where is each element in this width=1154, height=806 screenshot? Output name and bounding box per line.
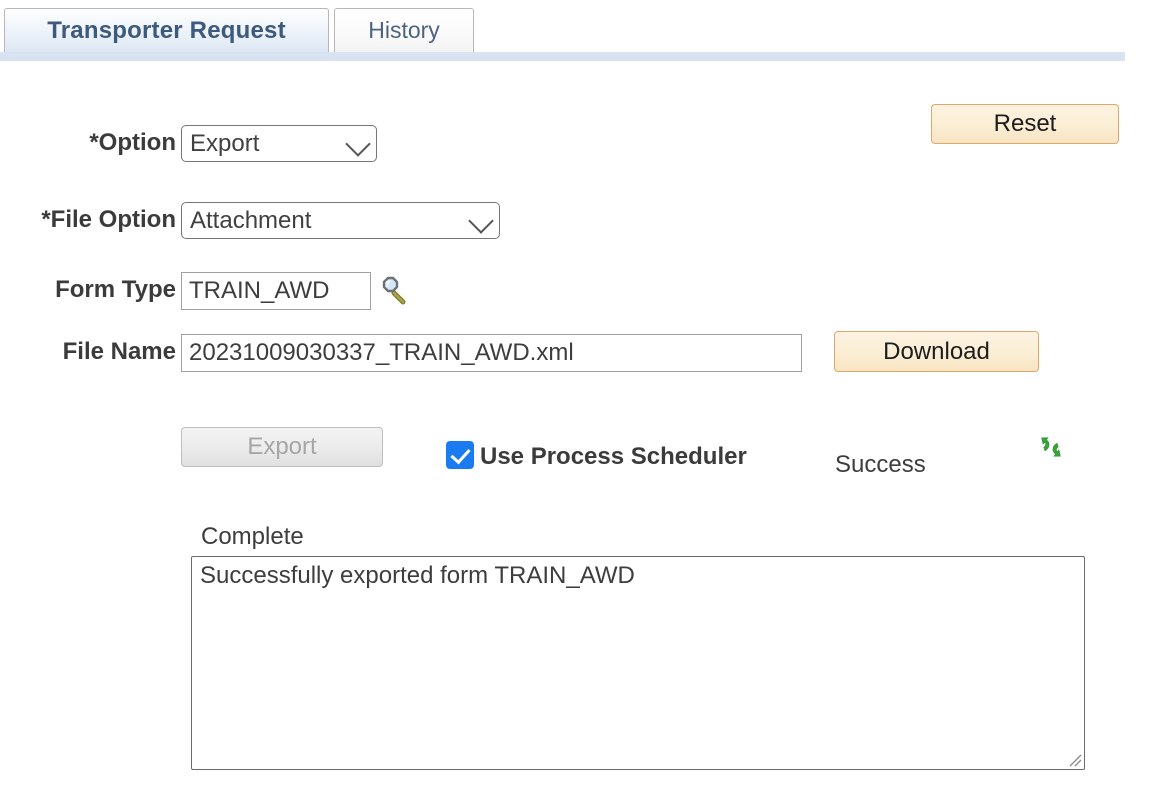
log-message-text: Successfully exported form TRAIN_AWD [200, 562, 635, 589]
resize-grip-icon[interactable] [1066, 751, 1082, 767]
option-select[interactable]: Export [181, 125, 377, 162]
magnifier-lookup-icon[interactable] [377, 276, 407, 306]
file-option-select-value: Attachment [190, 206, 312, 234]
log-message-textarea[interactable]: Successfully exported form TRAIN_AWD [191, 556, 1085, 770]
tab-history-label: History [368, 17, 440, 43]
tab-transporter-request[interactable]: Transporter Request [4, 8, 329, 52]
file-name-input[interactable]: 20231009030337_TRAIN_AWD.xml [181, 334, 802, 372]
checkmark-icon [450, 443, 471, 465]
chevron-down-icon [345, 130, 371, 157]
run-status-text: Success [835, 451, 926, 478]
chevron-down-icon [468, 207, 494, 234]
reset-button-label: Reset [993, 110, 1057, 137]
download-button[interactable]: Download [834, 331, 1039, 372]
form-type-input-value: TRAIN_AWD [189, 277, 330, 304]
export-button[interactable]: Export [181, 427, 383, 467]
use-process-scheduler-checkbox[interactable] [446, 441, 474, 469]
tab-history[interactable]: History [334, 8, 474, 52]
form-type-label: Form Type [55, 276, 176, 303]
file-option-label: *File Option [41, 206, 176, 233]
use-process-scheduler-label: Use Process Scheduler [480, 443, 747, 470]
file-option-select[interactable]: Attachment [181, 202, 500, 239]
tab-bar: Transporter Request History [0, 0, 1154, 66]
download-button-label: Download [883, 337, 990, 365]
distribution-status-label: Complete [201, 523, 304, 550]
refresh-cycle-icon[interactable] [1036, 432, 1066, 462]
tab-transporter-request-label: Transporter Request [47, 16, 286, 44]
file-name-label: File Name [62, 338, 176, 365]
file-name-input-value: 20231009030337_TRAIN_AWD.xml [189, 339, 574, 366]
tab-underline [0, 52, 1125, 61]
form-type-input[interactable]: TRAIN_AWD [181, 272, 371, 310]
option-label: *Option [89, 129, 176, 156]
reset-button[interactable]: Reset [931, 104, 1119, 144]
export-button-label: Export [247, 433, 317, 460]
option-select-value: Export [190, 129, 260, 157]
